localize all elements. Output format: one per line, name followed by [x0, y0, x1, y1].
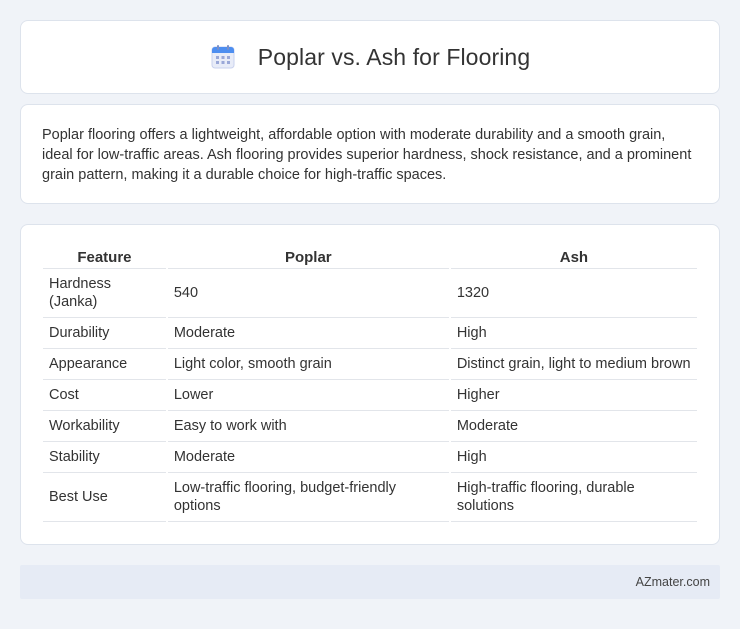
- comparison-table: Feature Poplar Ash Hardness (Janka) 540 …: [41, 243, 699, 522]
- cell-ash: High: [450, 318, 697, 349]
- table-row: Appearance Light color, smooth grain Dis…: [43, 349, 697, 380]
- footer-brand: AZmater.com: [635, 575, 710, 589]
- cell-feature: Workability: [43, 411, 166, 442]
- cell-poplar: Moderate: [167, 442, 449, 473]
- cell-poplar: Low-traffic flooring, budget-friendly op…: [167, 473, 449, 522]
- cell-poplar: Light color, smooth grain: [167, 349, 449, 380]
- table-header-row: Feature Poplar Ash: [43, 243, 697, 269]
- table-row: Best Use Low-traffic flooring, budget-fr…: [43, 473, 697, 522]
- cell-poplar: 540: [167, 269, 449, 318]
- cell-ash: High-traffic flooring, durable solutions: [450, 473, 697, 522]
- header-ash: Ash: [450, 243, 697, 269]
- cell-ash: Higher: [450, 380, 697, 411]
- cell-poplar: Easy to work with: [167, 411, 449, 442]
- cell-feature: Best Use: [43, 473, 166, 522]
- description-text: Poplar flooring offers a lightweight, af…: [42, 127, 692, 183]
- table-row: Cost Lower Higher: [43, 380, 697, 411]
- cell-feature: Cost: [43, 380, 166, 411]
- table-row: Stability Moderate High: [43, 442, 697, 473]
- calendar-icon: [210, 44, 236, 70]
- cell-ash: Moderate: [450, 411, 697, 442]
- cell-feature: Durability: [43, 318, 166, 349]
- cell-feature: Appearance: [43, 349, 166, 380]
- table-row: Hardness (Janka) 540 1320: [43, 269, 697, 318]
- cell-feature: Hardness (Janka): [43, 269, 166, 318]
- header-feature: Feature: [43, 243, 166, 269]
- comparison-table-card: Feature Poplar Ash Hardness (Janka) 540 …: [20, 224, 720, 545]
- title-card: Poplar vs. Ash for Flooring: [20, 20, 720, 94]
- cell-feature: Stability: [43, 442, 166, 473]
- cell-poplar: Moderate: [167, 318, 449, 349]
- cell-poplar: Lower: [167, 380, 449, 411]
- footer: AZmater.com: [20, 565, 720, 599]
- cell-ash: 1320: [450, 269, 697, 318]
- description-card: Poplar flooring offers a lightweight, af…: [20, 104, 720, 204]
- page-title: Poplar vs. Ash for Flooring: [257, 43, 531, 70]
- cell-ash: Distinct grain, light to medium brown: [450, 349, 697, 380]
- header-poplar: Poplar: [167, 243, 449, 269]
- table-row: Durability Moderate High: [43, 318, 697, 349]
- table-row: Workability Easy to work with Moderate: [43, 411, 697, 442]
- cell-ash: High: [450, 442, 697, 473]
